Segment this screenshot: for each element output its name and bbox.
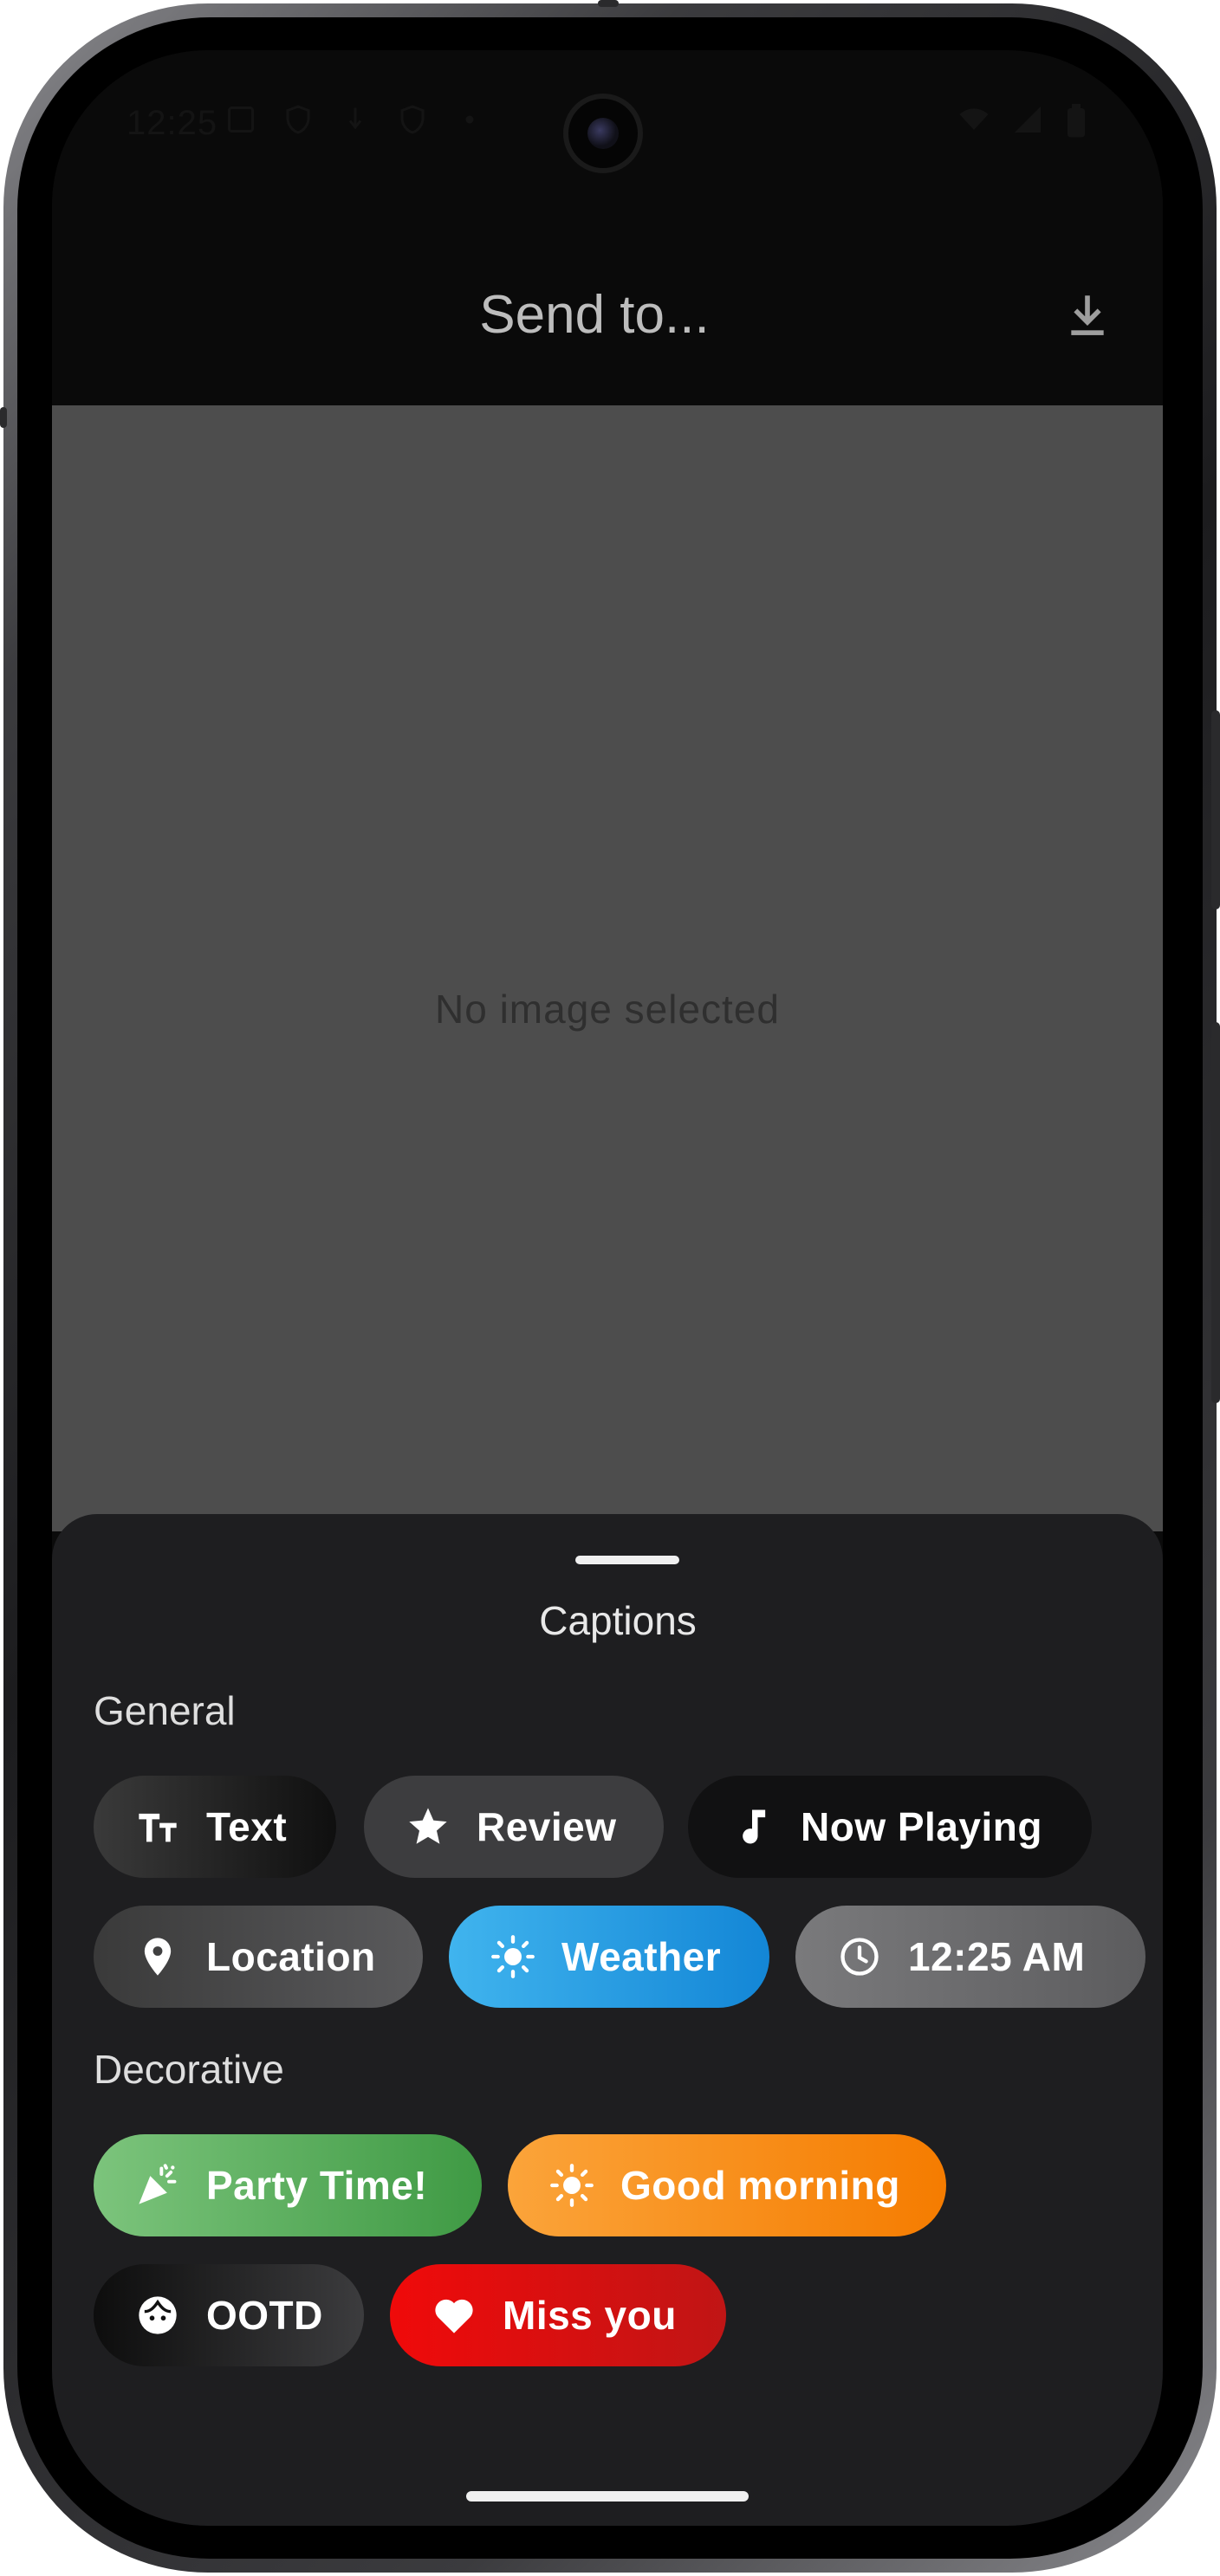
wifi-icon	[959, 108, 989, 130]
power-button	[1211, 1022, 1220, 1403]
battery-icon	[1068, 104, 1085, 138]
usb-icon	[348, 107, 362, 130]
volume-button	[1211, 710, 1220, 909]
caption-chip-text[interactable]: Text	[94, 1776, 336, 1878]
chip-label: Review	[477, 1804, 617, 1849]
chip-label: Good morning	[620, 2163, 900, 2208]
drag-handle[interactable]	[575, 1556, 679, 1564]
front-camera	[563, 94, 643, 173]
frame-notch-top	[598, 0, 619, 7]
cell-signal-icon	[1015, 107, 1041, 133]
status-time: 12:25	[127, 104, 218, 142]
app-bar: Send to...	[52, 189, 1163, 405]
face-icon	[135, 2293, 180, 2338]
text-size-icon	[135, 1804, 180, 1849]
party-popper-icon	[135, 2163, 180, 2208]
caption-chip-now-playing[interactable]: Now Playing	[688, 1776, 1092, 1878]
download-icon	[1071, 295, 1104, 335]
frame-notch-left	[0, 407, 7, 428]
sheet-title: Captions	[539, 1598, 697, 1643]
caption-chip-ootd[interactable]: OOTD	[94, 2264, 364, 2366]
status-icons-left	[225, 104, 485, 135]
chip-label: Now Playing	[801, 1804, 1042, 1849]
chip-label: Weather	[561, 1934, 722, 1979]
download-button[interactable]	[1057, 286, 1118, 346]
section-label-general: General	[94, 1688, 236, 1733]
shield-icon	[400, 105, 425, 134]
empty-preview-text: No image selected	[435, 987, 780, 1032]
sun-icon	[549, 2163, 594, 2208]
chip-label: Location	[206, 1934, 376, 1979]
chip-label: Miss you	[503, 2293, 677, 2338]
screen: 12:25 Send to... No image selected Capti…	[52, 50, 1163, 2526]
caption-chip-good-morning[interactable]: Good morning	[508, 2134, 946, 2236]
sun-icon	[490, 1934, 535, 1979]
shield-icon	[286, 105, 310, 134]
chip-label: 12:25 AM	[908, 1934, 1086, 1979]
clock-icon	[837, 1934, 882, 1979]
app-title: Send to...	[479, 285, 710, 345]
music-note-icon	[730, 1804, 775, 1849]
location-pin-icon	[135, 1934, 180, 1979]
status-bar: 12:25	[52, 50, 1163, 189]
chip-label: Party Time!	[206, 2163, 428, 2208]
caption-chip-time[interactable]: 12:25 AM	[795, 1906, 1145, 2008]
home-indicator[interactable]	[466, 2491, 749, 2502]
dot-icon	[465, 115, 474, 124]
heart-icon	[432, 2293, 477, 2338]
captions-sheet: Captions General Text Review Now Playing	[52, 1514, 1163, 2526]
screenshot-icon	[228, 107, 254, 133]
caption-chip-weather[interactable]: Weather	[449, 1906, 769, 2008]
caption-chip-miss-you[interactable]: Miss you	[390, 2264, 726, 2366]
chip-label: Text	[206, 1804, 288, 1849]
status-icons-right	[957, 104, 1088, 139]
chip-label: OOTD	[206, 2293, 323, 2338]
caption-chip-review[interactable]: Review	[364, 1776, 664, 1878]
caption-chip-location[interactable]: Location	[94, 1906, 423, 2008]
section-label-decorative: Decorative	[94, 2047, 284, 2092]
star-icon	[406, 1804, 451, 1849]
caption-chip-party-time[interactable]: Party Time!	[94, 2134, 482, 2236]
image-preview[interactable]: No image selected	[52, 405, 1163, 1531]
